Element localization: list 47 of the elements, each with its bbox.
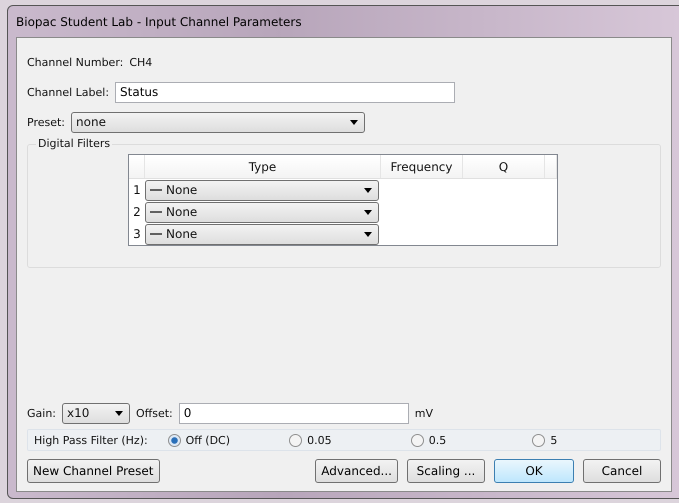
filter-type-dropdown[interactable]: None [145,180,379,200]
dialog-button[interactable]: OK [494,459,574,483]
window-title: Biopac Student Lab - Input Channel Parameters [16,14,303,30]
preset-dropdown[interactable]: none [71,112,366,132]
channel-label-field[interactable]: Status [115,82,456,102]
new-preset-button[interactable]: New Channel Preset [27,459,160,483]
filter-type-dropdown[interactable]: None [145,202,379,222]
caret-icon [364,210,372,214]
filter-type-value: None [166,183,198,197]
channel-number: CH4 [129,56,152,68]
radio-button[interactable] [168,434,181,446]
caret-icon [364,188,372,192]
radio-label: Off (DC) [186,434,230,446]
radio-button[interactable] [410,434,424,446]
column-header: Type [145,155,381,178]
radio-label: 0.5 [428,434,446,446]
row-number: 3 [132,227,142,241]
dialog-button[interactable]: Advanced... [315,459,398,483]
radio-label: 0.05 [307,434,332,446]
radio-button[interactable] [289,434,302,446]
group-title: Digital Filters [36,137,112,150]
filter-type-value: None [166,205,198,219]
filter-type-value: None [166,227,198,241]
unit-label: mV [414,406,434,420]
field-label: Preset: [27,116,66,128]
filter-type-dropdown[interactable]: None [145,224,379,244]
row-number: 2 [132,205,142,219]
field-label: High Pass Filter (Hz): [34,434,149,446]
dialog-button[interactable]: Cancel [583,459,661,483]
radio-button[interactable] [532,434,546,446]
caret-icon [350,120,358,124]
dialog-button[interactable]: Scaling ... [407,459,485,483]
field-label: Gain: [27,406,56,420]
offset-field[interactable]: 0 [178,402,409,424]
flat-line-icon [150,188,162,192]
field-label: Offset: [136,406,173,420]
gain-dropdown[interactable]: x10 [62,402,130,424]
row-number: 1 [132,183,142,197]
radio-label: 5 [550,434,558,446]
flat-line-icon [150,210,162,214]
column-header: Frequency [381,155,463,178]
caret-icon [115,410,123,416]
column-header: Q [463,155,545,178]
field-label: Channel Label: [27,86,110,98]
flat-line-icon [150,232,162,236]
caret-icon [364,232,372,236]
field-label: Channel Number: [27,56,124,68]
